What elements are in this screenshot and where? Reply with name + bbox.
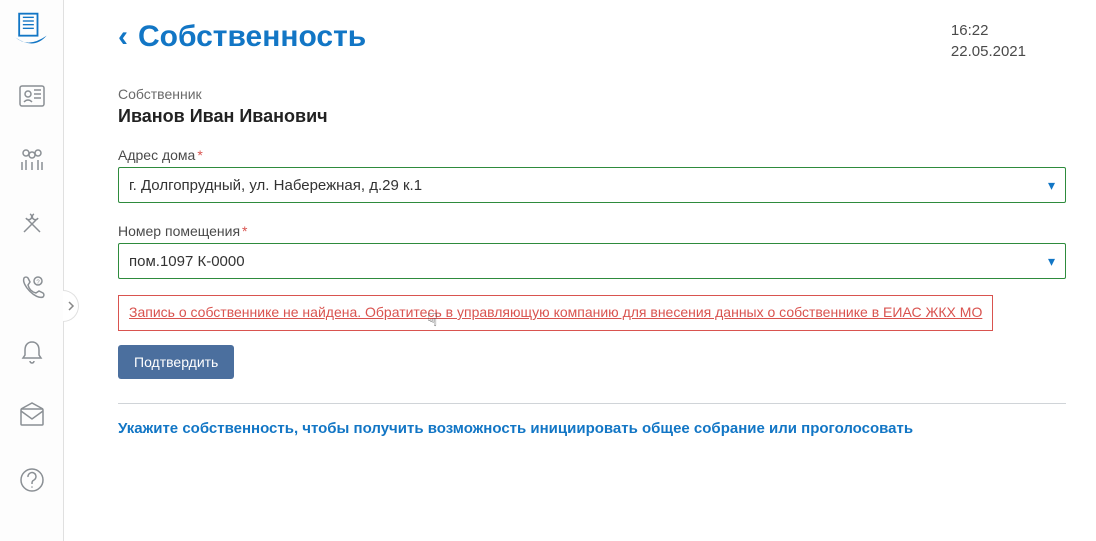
info-message: Укажите собственность, чтобы получить во…	[118, 403, 1066, 437]
date-text: 22.05.2021	[951, 41, 1026, 62]
back-icon[interactable]: ‹	[118, 20, 128, 54]
sidebar-item-phone[interactable]: ?	[0, 256, 64, 320]
chevron-down-icon: ▾	[1048, 177, 1055, 194]
chevron-down-icon: ▾	[1048, 253, 1055, 270]
owner-label: Собственник	[118, 86, 1066, 102]
main-content: ‹ Собственность 16:22 22.05.2021 Собстве…	[64, 0, 1096, 541]
room-value: пом.1097 К-0000	[129, 253, 245, 270]
time-text: 16:22	[951, 20, 1026, 41]
page-title: Собственность	[138, 20, 366, 54]
address-label: Адрес дома*	[118, 147, 1066, 163]
sidebar-item-mail[interactable]	[0, 384, 64, 448]
room-select[interactable]: пом.1097 К-0000 ▾	[118, 243, 1066, 279]
sidebar: ?	[0, 0, 64, 541]
sidebar-item-help[interactable]	[0, 448, 64, 512]
datetime-block: 16:22 22.05.2021	[951, 20, 1066, 62]
app-logo[interactable]	[0, 0, 64, 64]
room-label: Номер помещения*	[118, 223, 1066, 239]
address-value: г. Долгопрудный, ул. Набережная, д.29 к.…	[129, 177, 422, 194]
sidebar-item-bell[interactable]	[0, 320, 64, 384]
error-box: Запись о собственнике не найдена. Обрати…	[118, 295, 993, 331]
owner-name: Иванов Иван Иванович	[118, 106, 1066, 127]
page-title-row[interactable]: ‹ Собственность	[118, 20, 366, 54]
address-select[interactable]: г. Долгопрудный, ул. Набережная, д.29 к.…	[118, 167, 1066, 203]
confirm-button[interactable]: Подтвердить	[118, 345, 234, 379]
sidebar-item-tools[interactable]	[0, 192, 64, 256]
sidebar-item-people[interactable]	[0, 128, 64, 192]
sidebar-item-profile[interactable]	[0, 64, 64, 128]
error-link[interactable]: Запись о собственнике не найдена. Обрати…	[129, 304, 982, 320]
